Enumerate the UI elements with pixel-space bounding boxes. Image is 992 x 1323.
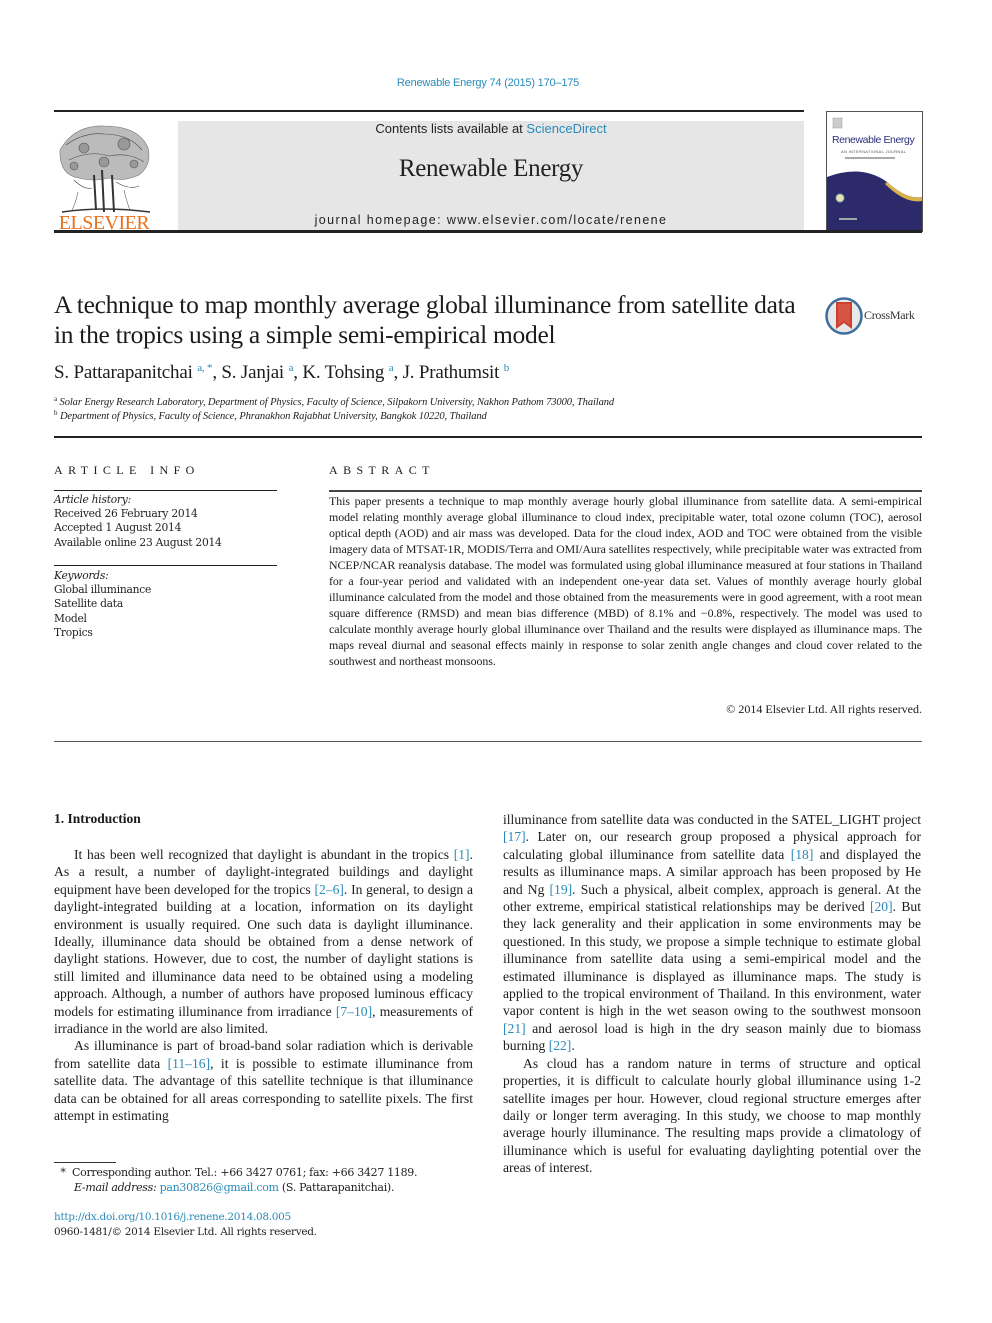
journal-name: Renewable Energy [398,155,584,182]
body-text: illuminance from satellite data was cond… [503,812,921,827]
keyword: Global illuminance [54,583,152,597]
abstract-copyright: © 2014 Elsevier Ltd. All rights reserved… [726,702,922,716]
history-accepted: Accepted 1 August 2014 [54,521,182,535]
citation-link[interactable]: [17] [503,829,526,844]
body-column-left: It has been well recognized that dayligh… [54,846,473,1125]
homepage-prefix: journal homepage: [314,213,447,227]
citation-link[interactable]: [2–6] [314,882,343,897]
body-text: . But they lack generality and their app… [503,899,922,1019]
body-paragraph: As cloud has a random nature in terms of… [503,1055,921,1177]
abstract-end-rule [54,741,922,742]
issn-copyright-line: 0960-1481/© 2014 Elsevier Ltd. All right… [54,1226,317,1238]
affiliation-mark: a [54,395,58,403]
crossmark-icon [825,297,863,335]
journal-banner: Contents lists available at ScienceDirec… [178,121,804,230]
author-name[interactable]: J. Prathumsit [403,362,500,383]
contents-available-line: Contents lists available at ScienceDirec… [178,121,804,136]
citation-link[interactable]: [19] [550,882,573,897]
crossmark-label: CrossMark [864,308,915,322]
email-suffix: (S. Pattarapanitchai). [278,1181,395,1194]
header-top-rule [54,110,804,112]
affiliation: b Department of Physics, Faculty of Scie… [54,409,487,422]
abstract-heading: ABSTRACT [329,463,435,477]
affiliation: a Solar Energy Research Laboratory, Depa… [54,395,614,408]
keyword: Tropics [54,625,93,639]
sciencedirect-link[interactable]: ScienceDirect [526,121,606,136]
body-text: As cloud has a random nature in terms of… [503,1055,921,1176]
affiliation-text: Department of Physics, Faculty of Scienc… [59,411,487,422]
affiliation-text: Solar Energy Research Laboratory, Depart… [59,397,615,408]
body-text: It has been well recognized that dayligh… [74,847,454,862]
keywords-rule [54,565,277,566]
title-block-rule [54,436,922,438]
citation-link[interactable]: [11–16] [168,1056,211,1071]
citation-link[interactable]: [20] [870,899,893,914]
cover-title: Renewable Energy [832,134,915,146]
email-label: E-mail address: [74,1181,157,1194]
keyword: Satellite data [54,597,123,611]
affiliation-mark: b [54,409,58,417]
contents-prefix: Contents lists available at [375,121,527,136]
footnote-corresponding-line: * Corresponding author. Tel.: +66 3427 0… [54,1165,417,1180]
author-list: S. Pattarapanitchai a, *, S. Janjai a, K… [54,362,509,384]
body-text: . In general, to design a daylight-integ… [54,881,473,1019]
crossmark-button[interactable]: CrossMark [825,296,925,336]
footnote-mark: * [60,1166,66,1179]
journal-homepage-line: journal homepage: www.elsevier.com/locat… [178,213,804,227]
citation-link[interactable]: [7–10] [336,1004,372,1019]
article-info-heading: ARTICLE INFO [54,463,200,477]
citation-link[interactable]: [18] [791,847,814,862]
author-separator: , [293,362,303,383]
cover-artwork [827,117,922,231]
citation-link[interactable]: [1] [454,847,470,862]
author-name[interactable]: S. Pattarapanitchai [54,362,193,383]
article-info-rule [54,490,277,491]
footnote-email-line: E-mail address: pan30826@gmail.com (S. P… [54,1180,417,1195]
citation-link[interactable]: [22] [549,1038,572,1053]
history-online: Available online 23 August 2014 [54,535,222,549]
doi-link[interactable]: http://dx.doi.org/10.1016/j.renene.2014.… [54,1211,291,1223]
author-separator: , [393,362,403,383]
body-paragraph: illuminance from satellite data was cond… [503,811,921,1055]
author-name[interactable]: S. Janjai [221,362,284,383]
article-title: A technique to map monthly average globa… [54,290,796,349]
history-received: Received 26 February 2014 [54,507,198,521]
author-affiliation-mark[interactable]: b [504,362,510,374]
cover-subtitle: AN INTERNATIONAL JOURNAL [841,149,907,154]
body-paragraph: It has been well recognized that dayligh… [54,846,473,1037]
keywords-list: Keywords: Global illuminance Satellite d… [54,569,151,640]
author-affiliation-mark[interactable]: a, * [197,362,212,374]
citation-link[interactable]: [21] [503,1021,526,1036]
header-bottom-rule [54,230,922,233]
body-paragraph: As illuminance is part of broad-band sol… [54,1037,473,1124]
journal-citation-link[interactable]: Renewable Energy 74 (2015) 170–175 [0,77,976,89]
article-history: Article history: Received 26 February 20… [54,493,222,550]
abstract-text: This paper presents a technique to map m… [329,494,922,668]
footnote-rule [54,1162,116,1163]
keyword: Model [54,611,87,625]
keywords-label: Keywords: [54,569,109,582]
body-text: . [571,1038,575,1054]
section-heading-introduction: 1. Introduction [54,811,141,826]
corresponding-author-footnote: * Corresponding author. Tel.: +66 3427 0… [54,1165,417,1195]
abstract-rule [329,490,922,492]
footnote-corresponding: Corresponding author. Tel.: +66 3427 076… [72,1166,418,1179]
homepage-url[interactable]: www.elsevier.com/locate/renene [447,213,668,227]
journal-cover-thumbnail[interactable]: Renewable Energy AN INTERNATIONAL JOURNA… [826,111,923,232]
author-name[interactable]: K. Tohsing [302,362,384,383]
body-column-right: illuminance from satellite data was cond… [503,811,921,1177]
email-link[interactable]: pan30826@gmail.com [160,1181,279,1194]
history-label: Article history: [54,493,131,506]
